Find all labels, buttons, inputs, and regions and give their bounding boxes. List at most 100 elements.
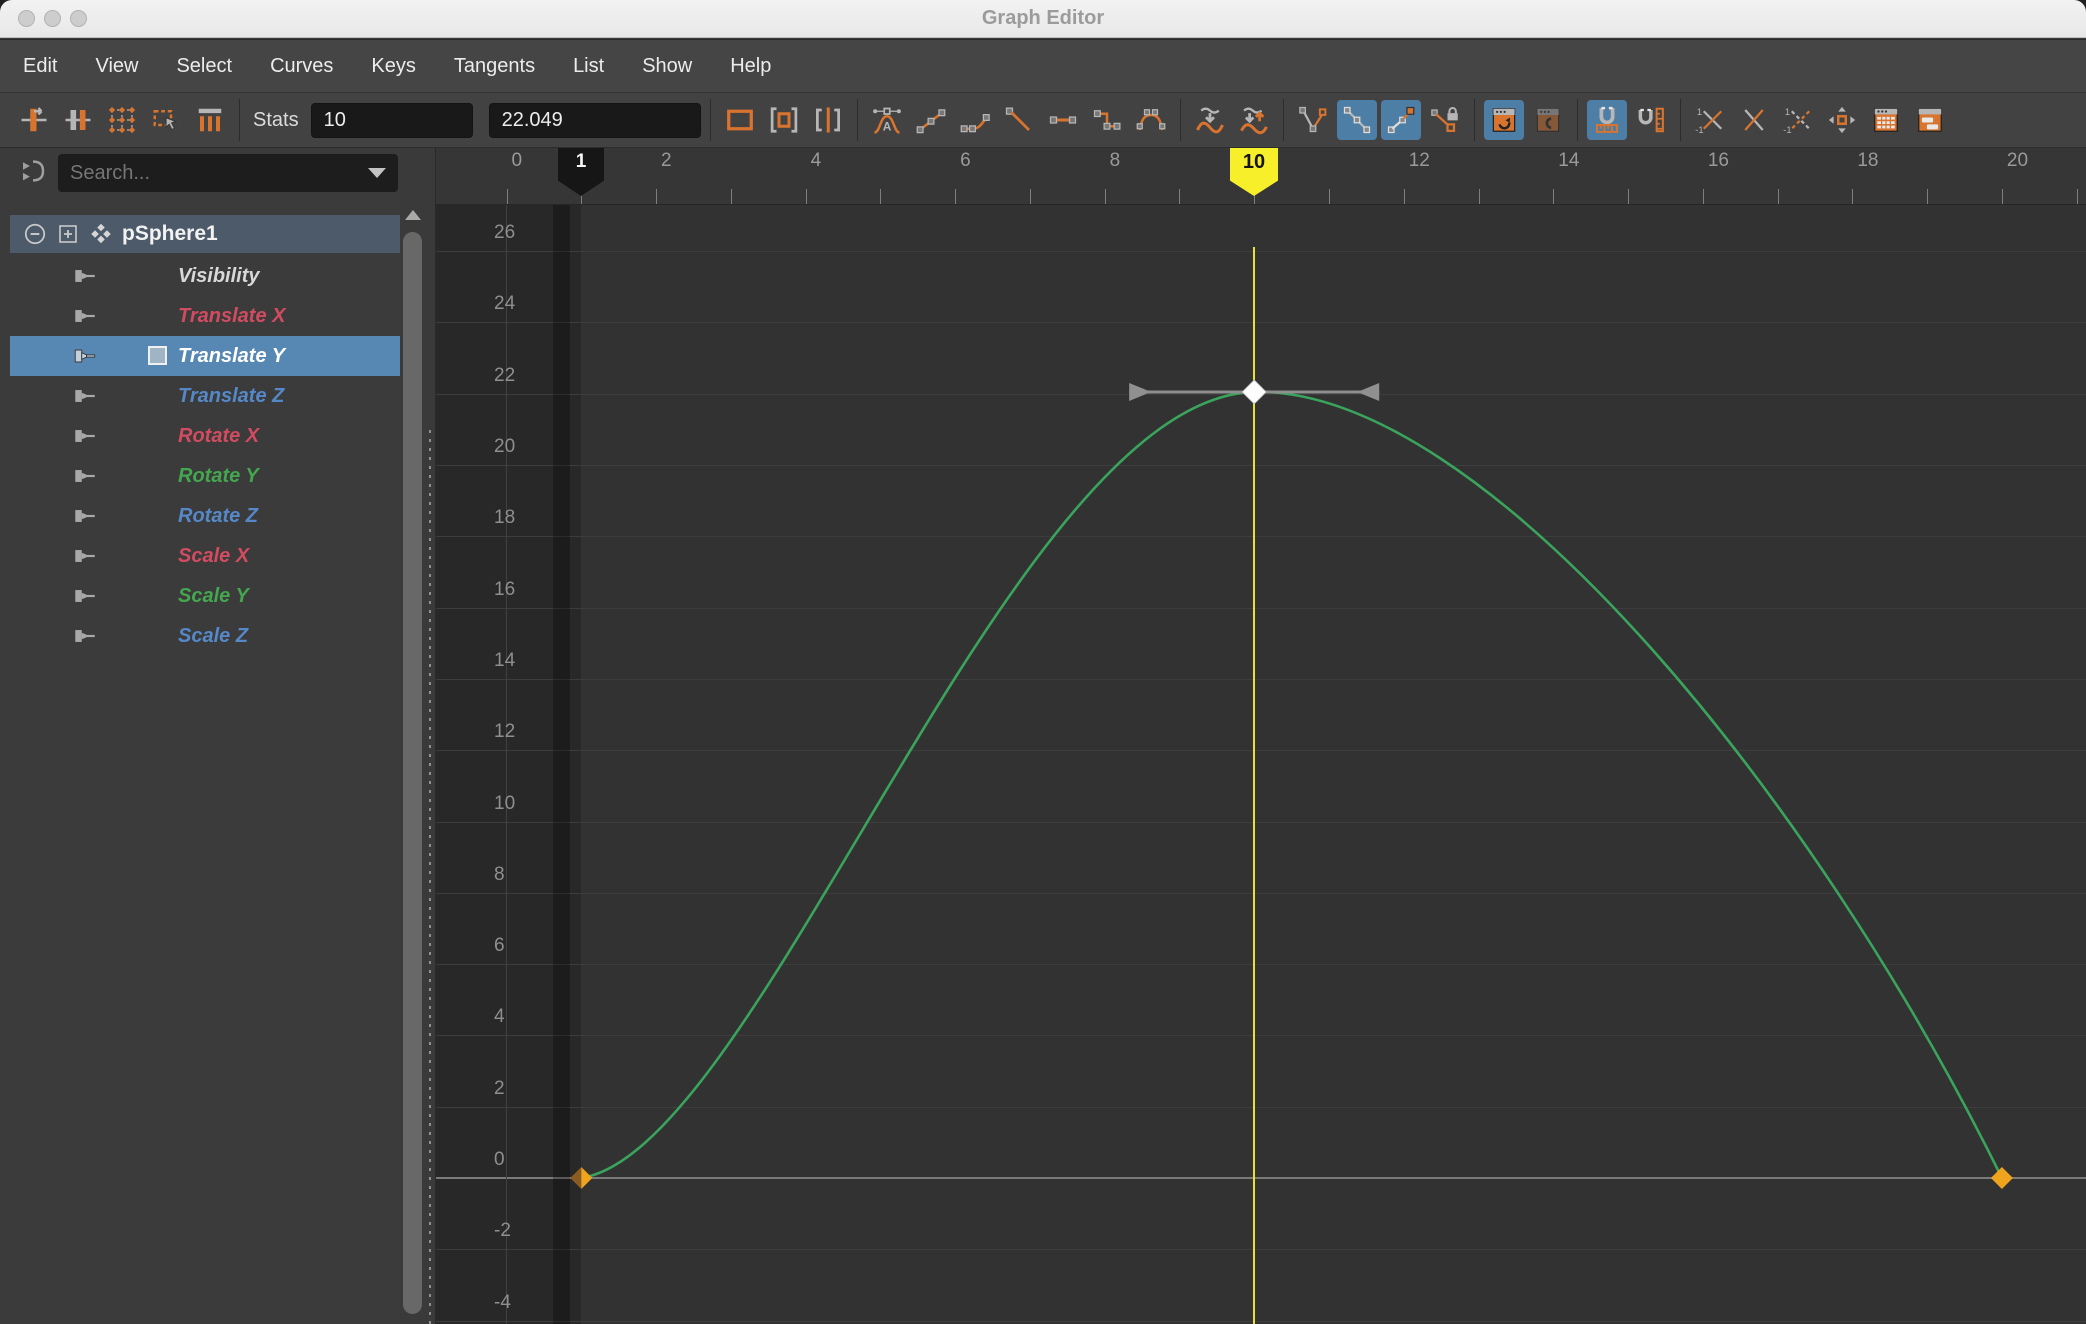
ruler-tick bbox=[1179, 189, 1181, 204]
expand-icon[interactable] bbox=[56, 222, 80, 246]
channel-outliner: pSphere1 Visibility Translate X Translate … bbox=[10, 148, 400, 1324]
scale-keys-negative-time-icon[interactable]: 1 -1 bbox=[1690, 100, 1730, 140]
menu-edit[interactable]: Edit bbox=[4, 40, 76, 92]
scale-keys-negative-value-icon[interactable]: 1 -1 bbox=[1778, 100, 1818, 140]
ruler-tick bbox=[1852, 189, 1854, 204]
tree-node-psphere1[interactable]: pSphere1 bbox=[10, 215, 400, 253]
lattice-deform-keys-tool-icon[interactable] bbox=[102, 100, 142, 140]
menu-list[interactable]: List bbox=[554, 40, 623, 92]
outliner-filter-icon[interactable] bbox=[18, 156, 48, 186]
graph-editor-window: Graph Editor Edit View Select Curves Keys Tan… bbox=[0, 0, 2086, 1324]
frame-playback-range-icon[interactable] bbox=[764, 100, 804, 140]
buffer-curve-snapshot-icon[interactable] bbox=[1190, 100, 1230, 140]
pin-channel-icon[interactable] bbox=[72, 343, 98, 369]
search-input[interactable] bbox=[58, 161, 368, 185]
channel-row-scale-x[interactable]: Scale X bbox=[10, 536, 400, 576]
time-snap-icon[interactable] bbox=[1586, 100, 1627, 140]
channel-row-rotate-x[interactable]: Rotate X bbox=[10, 416, 400, 456]
step-tangent-icon[interactable] bbox=[1087, 100, 1127, 140]
move-key-tool-icon[interactable] bbox=[14, 100, 54, 140]
frame-all-icon[interactable] bbox=[720, 100, 760, 140]
region-select-tool-icon[interactable] bbox=[146, 100, 186, 140]
clamped-tangent-icon[interactable] bbox=[955, 100, 995, 140]
stats-label: Stats bbox=[253, 108, 299, 131]
menu-view[interactable]: View bbox=[76, 40, 157, 92]
menu-tangents[interactable]: Tangents bbox=[435, 40, 554, 92]
channel-row-translate-y[interactable]: Translate Y bbox=[10, 336, 400, 376]
retime-tool-icon[interactable] bbox=[190, 100, 230, 140]
load-upcoming-objects-icon[interactable] bbox=[1528, 100, 1568, 140]
menu-select[interactable]: Select bbox=[157, 40, 251, 92]
menu-help[interactable]: Help bbox=[711, 40, 790, 92]
unify-tangents-icon[interactable] bbox=[1336, 100, 1377, 140]
channel-row-scale-y[interactable]: Scale Y bbox=[10, 576, 400, 616]
linear-tangent-icon[interactable] bbox=[999, 100, 1039, 140]
animation-curve[interactable] bbox=[436, 205, 2086, 1324]
plateau-tangent-icon[interactable] bbox=[1131, 100, 1171, 140]
auto-tangent-icon[interactable]: A bbox=[867, 100, 907, 140]
value-axis-label: 26 bbox=[494, 222, 516, 244]
pin-channel-icon[interactable] bbox=[72, 623, 98, 649]
value-snap-icon[interactable] bbox=[1631, 100, 1671, 140]
pin-channel-icon[interactable] bbox=[72, 583, 98, 609]
curve-canvas[interactable]: 26 24 22 20 18 16 14 12 10 8 6 4 2 0 -2 -4 bbox=[436, 205, 2086, 1324]
gridline bbox=[436, 1249, 2086, 1251]
search-box[interactable] bbox=[58, 154, 398, 192]
break-tangents-icon[interactable] bbox=[1293, 100, 1333, 140]
swap-buffer-curve-icon[interactable] bbox=[1234, 100, 1274, 140]
pin-channel-icon[interactable] bbox=[72, 303, 98, 329]
pin-channel-icon[interactable] bbox=[72, 543, 98, 569]
scrollbar-up-arrow-icon[interactable] bbox=[400, 203, 425, 227]
keyframes-layer[interactable] bbox=[436, 205, 2086, 1324]
value-axis-label: 8 bbox=[494, 863, 505, 885]
menu-curves[interactable]: Curves bbox=[251, 40, 352, 92]
channel-row-visibility[interactable]: Visibility bbox=[10, 256, 400, 296]
auto-load-graph-editor-icon[interactable] bbox=[1483, 100, 1524, 140]
move-keys-tool-icon[interactable] bbox=[1822, 100, 1862, 140]
free-tangent-weight-icon[interactable] bbox=[1380, 100, 1421, 140]
menu-show[interactable]: Show bbox=[623, 40, 711, 92]
center-current-time-icon[interactable] bbox=[808, 100, 848, 140]
gridline bbox=[436, 322, 2086, 324]
ruler-label: 4 bbox=[810, 150, 822, 171]
spline-tangent-icon[interactable] bbox=[911, 100, 951, 140]
channel-checkbox[interactable] bbox=[148, 346, 167, 365]
graph-view[interactable]: 0 2 4 6 8 12 14 16 18 20 1 10 26 24 22 20 18 16 14 12 10 8… bbox=[435, 148, 2086, 1324]
toolbar-separator bbox=[1282, 99, 1284, 141]
toolbar-separator bbox=[856, 99, 858, 141]
insert-key-tool-icon[interactable] bbox=[58, 100, 98, 140]
channel-row-rotate-y[interactable]: Rotate Y bbox=[10, 456, 400, 496]
channel-row-translate-x[interactable]: Translate X bbox=[10, 296, 400, 336]
selected-key-value-field[interactable] bbox=[488, 102, 701, 138]
value-axis-label: 22 bbox=[494, 364, 516, 386]
pin-channel-icon[interactable] bbox=[72, 503, 98, 529]
lock-tangent-weight-icon[interactable] bbox=[1425, 100, 1465, 140]
selected-key-time-field[interactable] bbox=[310, 102, 473, 138]
ruler-label: 12 bbox=[1408, 150, 1430, 171]
outliner-scrollbar[interactable] bbox=[400, 148, 425, 1324]
flat-tangent-icon[interactable] bbox=[1043, 100, 1083, 140]
spreadsheet-icon[interactable] bbox=[1866, 100, 1906, 140]
current-time-line[interactable] bbox=[1253, 247, 1255, 1324]
pin-channel-icon[interactable] bbox=[72, 383, 98, 409]
dope-sheet-icon[interactable] bbox=[1910, 100, 1950, 140]
toolbar-group bbox=[14, 100, 230, 140]
swap-keys-icon[interactable] bbox=[1734, 100, 1774, 140]
ruler-label: 18 bbox=[1857, 150, 1879, 171]
menu-keys[interactable]: Keys bbox=[352, 40, 434, 92]
value-axis-label: 0 bbox=[494, 1149, 505, 1170]
svg-text:1: 1 bbox=[1696, 107, 1701, 117]
ruler-tick bbox=[506, 189, 508, 204]
svg-text:1: 1 bbox=[1784, 107, 1789, 117]
pin-channel-icon[interactable] bbox=[72, 423, 98, 449]
search-dropdown-icon[interactable] bbox=[368, 168, 386, 178]
panel-splitter[interactable] bbox=[425, 148, 435, 1324]
collapse-icon[interactable] bbox=[22, 221, 48, 247]
pin-channel-icon[interactable] bbox=[72, 463, 98, 489]
svg-text:-1: -1 bbox=[1783, 125, 1791, 135]
channel-row-scale-z[interactable]: Scale Z bbox=[10, 616, 400, 656]
pin-channel-icon[interactable] bbox=[72, 263, 98, 289]
scrollbar-thumb[interactable] bbox=[403, 232, 422, 1314]
channel-row-rotate-z[interactable]: Rotate Z bbox=[10, 496, 400, 536]
channel-row-translate-z[interactable]: Translate Z bbox=[10, 376, 400, 416]
